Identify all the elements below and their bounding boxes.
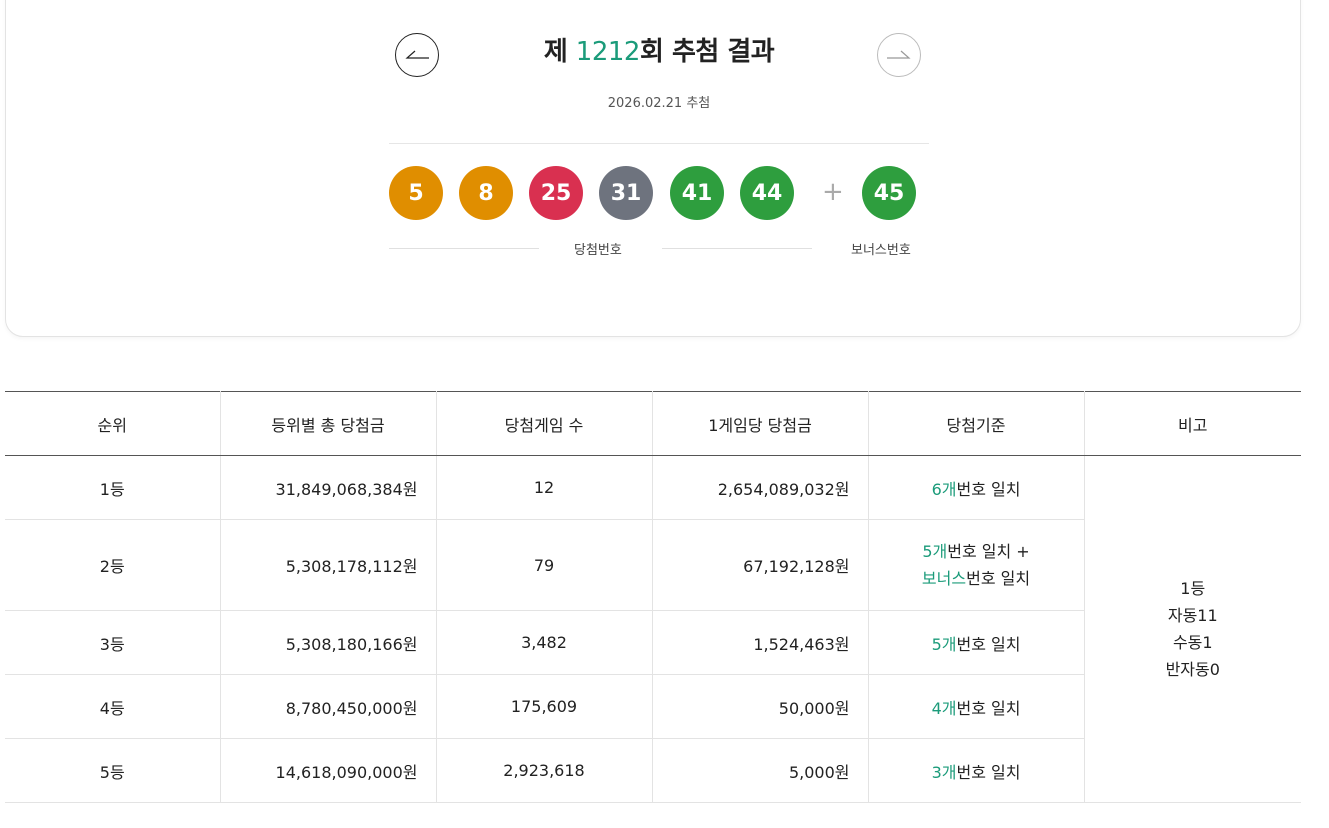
winning-ball-5: 41: [670, 166, 724, 220]
winning-games-cell: 79: [436, 519, 653, 611]
winning-ball-6: 44: [740, 166, 794, 220]
total-prize-cell: 14,618,090,000원: [220, 738, 437, 803]
winning-ball-2: 8: [459, 166, 513, 220]
header-prize-per-game: 1게임당 당첨금: [652, 391, 869, 456]
remark-line: 수동1: [1172, 633, 1213, 652]
rank-cell: 4등: [5, 674, 221, 739]
bonus-number-label: 보너스번호: [851, 243, 911, 258]
winning-games-cell: 175,609: [436, 674, 653, 739]
prize-per-game-cell: 5,000원: [652, 738, 869, 803]
header-rank: 순위: [5, 391, 221, 456]
caption-divider: [389, 248, 539, 249]
table-header-row: 순위 등위별 총 당첨금 당첨게임 수 1게임당 당첨금 당첨기준 비고: [5, 391, 1301, 456]
criteria-count: 6개: [931, 479, 957, 499]
header-remark: 비고: [1084, 391, 1301, 456]
divider: [389, 143, 929, 144]
criteria-text: 번호 일치: [956, 762, 1021, 782]
draw-result-card: 제 1212회 추첨 결과 2026.02.21 추첨 5 8 25 31 41…: [5, 0, 1301, 337]
criteria-cell: 3개번호 일치: [868, 738, 1085, 803]
criteria-cell: 5개번호 일치 + 보너스번호 일치: [868, 519, 1085, 611]
round-number: 1212: [575, 37, 641, 67]
criteria-count: 4개: [931, 698, 957, 718]
criteria-count: 5개: [931, 634, 957, 654]
winning-ball-3: 25: [529, 166, 583, 220]
title-prefix: 제: [543, 37, 576, 67]
rank-cell: 1등: [5, 455, 221, 520]
total-prize-cell: 8,780,450,000원: [220, 674, 437, 739]
remark-cell: 1등 자동11 수동1 반자동0: [1084, 455, 1301, 803]
total-prize-cell: 5,308,180,166원: [220, 610, 437, 675]
total-prize-cell: 5,308,178,112원: [220, 519, 437, 611]
winning-ball-4: 31: [599, 166, 653, 220]
draw-date: 2026.02.21 추첨: [607, 96, 711, 111]
criteria-text: 번호 일치: [966, 569, 1031, 588]
prize-per-game-cell: 2,654,089,032원: [652, 455, 869, 520]
rank-cell: 5등: [5, 738, 221, 803]
criteria-text: 번호 일치: [956, 698, 1021, 718]
table-row: 1등 31,849,068,384원 12 2,654,089,032원 6개번…: [5, 455, 1301, 803]
winning-ball-1: 5: [389, 166, 443, 220]
title-suffix: 회 추첨 결과: [639, 37, 775, 67]
prize-per-game-cell: 50,000원: [652, 674, 869, 739]
remark-line: 자동11: [1167, 606, 1218, 625]
criteria-text: 번호 일치 +: [947, 542, 1030, 561]
criteria-cell: 6개번호 일치: [868, 455, 1085, 520]
winning-games-cell: 12: [436, 455, 653, 520]
total-prize-cell: 31,849,068,384원: [220, 455, 437, 520]
page-title: 제 1212회 추첨 결과: [389, 31, 929, 68]
criteria-text: 번호 일치: [956, 479, 1021, 499]
criteria-cell: 4개번호 일치: [868, 674, 1085, 739]
rank-cell: 2등: [5, 519, 221, 611]
criteria-bonus: 보너스: [921, 569, 967, 588]
prize-per-game-cell: 67,192,128원: [652, 519, 869, 611]
criteria-cell: 5개번호 일치: [868, 610, 1085, 675]
plus-sign: +: [822, 177, 844, 207]
winning-numbers-label: 당첨번호: [574, 243, 622, 258]
next-round-button[interactable]: [877, 33, 921, 77]
criteria-line: 보너스번호 일치: [869, 565, 1084, 592]
arrow-right-icon: [887, 50, 911, 59]
header-criteria: 당첨기준: [868, 391, 1085, 456]
remark-line: 반자동0: [1165, 660, 1220, 679]
remark-line: 1등: [1180, 579, 1206, 598]
prize-table: 순위 등위별 총 당첨금 당첨게임 수 1게임당 당첨금 당첨기준 비고 1등 …: [5, 391, 1301, 803]
criteria-text: 번호 일치: [956, 634, 1021, 654]
criteria-count: 3개: [931, 762, 957, 782]
rank-cell: 3등: [5, 610, 221, 675]
criteria-count: 5개: [922, 542, 948, 561]
header-total-prize: 등위별 총 당첨금: [220, 391, 437, 456]
header-winning-games: 당첨게임 수: [436, 391, 653, 456]
bonus-ball: 45: [862, 166, 916, 220]
caption-divider: [662, 248, 812, 249]
prize-per-game-cell: 1,524,463원: [652, 610, 869, 675]
winning-games-cell: 2,923,618: [436, 738, 653, 803]
criteria-line: 5개번호 일치 +: [869, 538, 1084, 565]
winning-games-cell: 3,482: [436, 610, 653, 675]
